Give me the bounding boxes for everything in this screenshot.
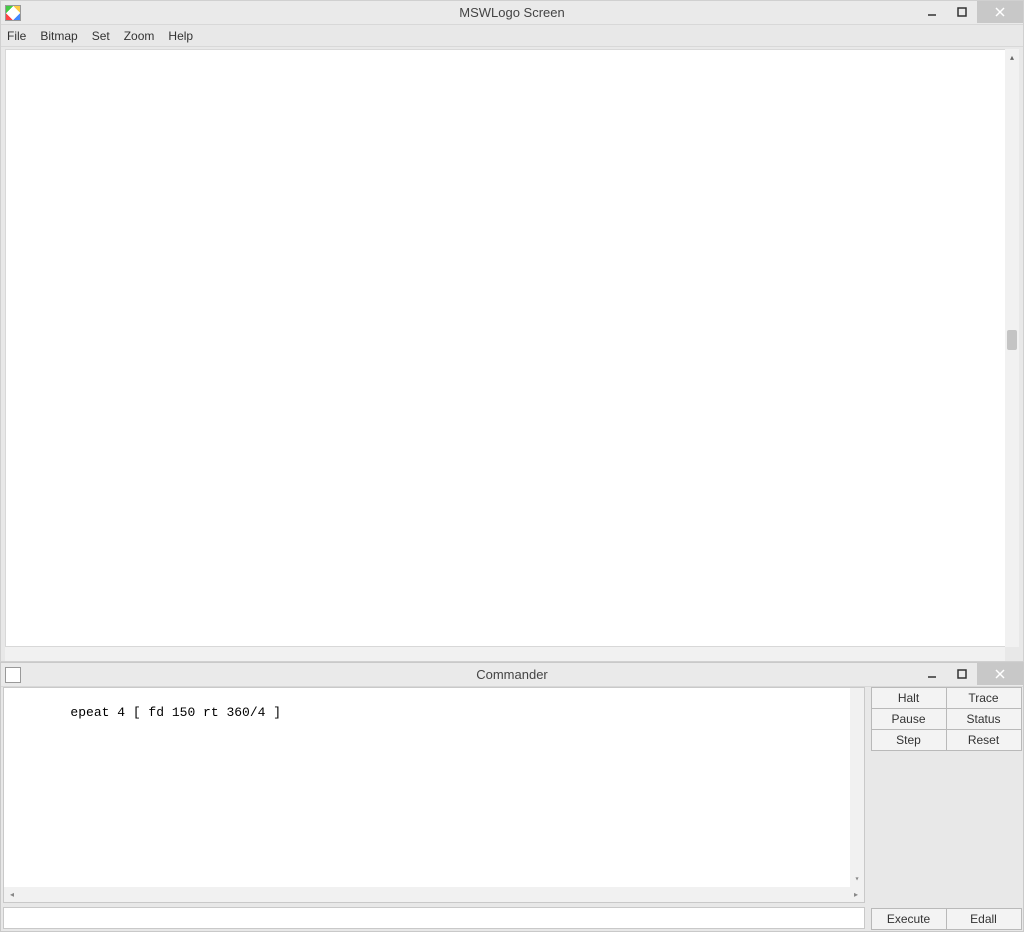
menu-file[interactable]: File [7,29,26,43]
app-icon [1,1,25,25]
scroll-up-icon[interactable]: ▴ [1005,49,1019,65]
commander-minimize-button[interactable] [917,663,947,685]
drawing-canvas[interactable] [5,49,1019,647]
history-horizontal-scrollbar[interactable]: ◂ ▸ [3,887,865,903]
screen-title: MSWLogo Screen [1,5,1023,20]
minimize-button[interactable] [917,1,947,23]
command-input[interactable] [3,907,865,929]
status-button[interactable]: Status [946,708,1022,730]
scroll-right-icon[interactable]: ▸ [848,887,864,902]
menu-bitmap[interactable]: Bitmap [40,29,77,43]
pause-button[interactable]: Pause [871,708,947,730]
turtle-drawing [6,50,306,200]
trace-button[interactable]: Trace [946,687,1022,709]
screen-titlebar[interactable]: MSWLogo Screen [1,1,1023,25]
mswlogo-screen-window: MSWLogo Screen File Bitmap Set Zoom Help [0,0,1024,662]
commander-close-button[interactable] [977,663,1023,685]
execute-button[interactable]: Execute [871,908,947,930]
menubar: File Bitmap Set Zoom Help [1,25,1023,47]
commander-maximize-button[interactable] [947,663,977,685]
canvas-vertical-scrollbar[interactable]: ▴ [1005,49,1019,647]
commander-button-panel: Halt Trace Pause Status Step Reset Execu… [865,687,1021,929]
commander-window: Commander epeat 4 [ fd 150 rt 360/4 ] ▾ … [0,662,1024,932]
step-button[interactable]: Step [871,729,947,751]
scroll-down-icon[interactable]: ▾ [850,871,864,887]
menu-set[interactable]: Set [92,29,110,43]
canvas-horizontal-scrollbar[interactable] [5,647,1005,661]
menu-zoom[interactable]: Zoom [124,29,155,43]
scroll-thumb[interactable] [1007,330,1017,350]
edall-button[interactable]: Edall [946,908,1022,930]
history-line: epeat 4 [ fd 150 rt 360/4 ] [70,705,281,720]
commander-icon [1,663,25,687]
scroll-left-icon[interactable]: ◂ [4,887,20,902]
menu-help[interactable]: Help [168,29,193,43]
close-button[interactable] [977,1,1023,23]
halt-button[interactable]: Halt [871,687,947,709]
command-history[interactable]: epeat 4 [ fd 150 rt 360/4 ] ▾ [3,687,865,887]
commander-titlebar[interactable]: Commander [1,663,1023,687]
commander-title: Commander [1,667,1023,682]
history-vertical-scrollbar[interactable]: ▾ [850,688,864,887]
reset-button[interactable]: Reset [946,729,1022,751]
maximize-button[interactable] [947,1,977,23]
